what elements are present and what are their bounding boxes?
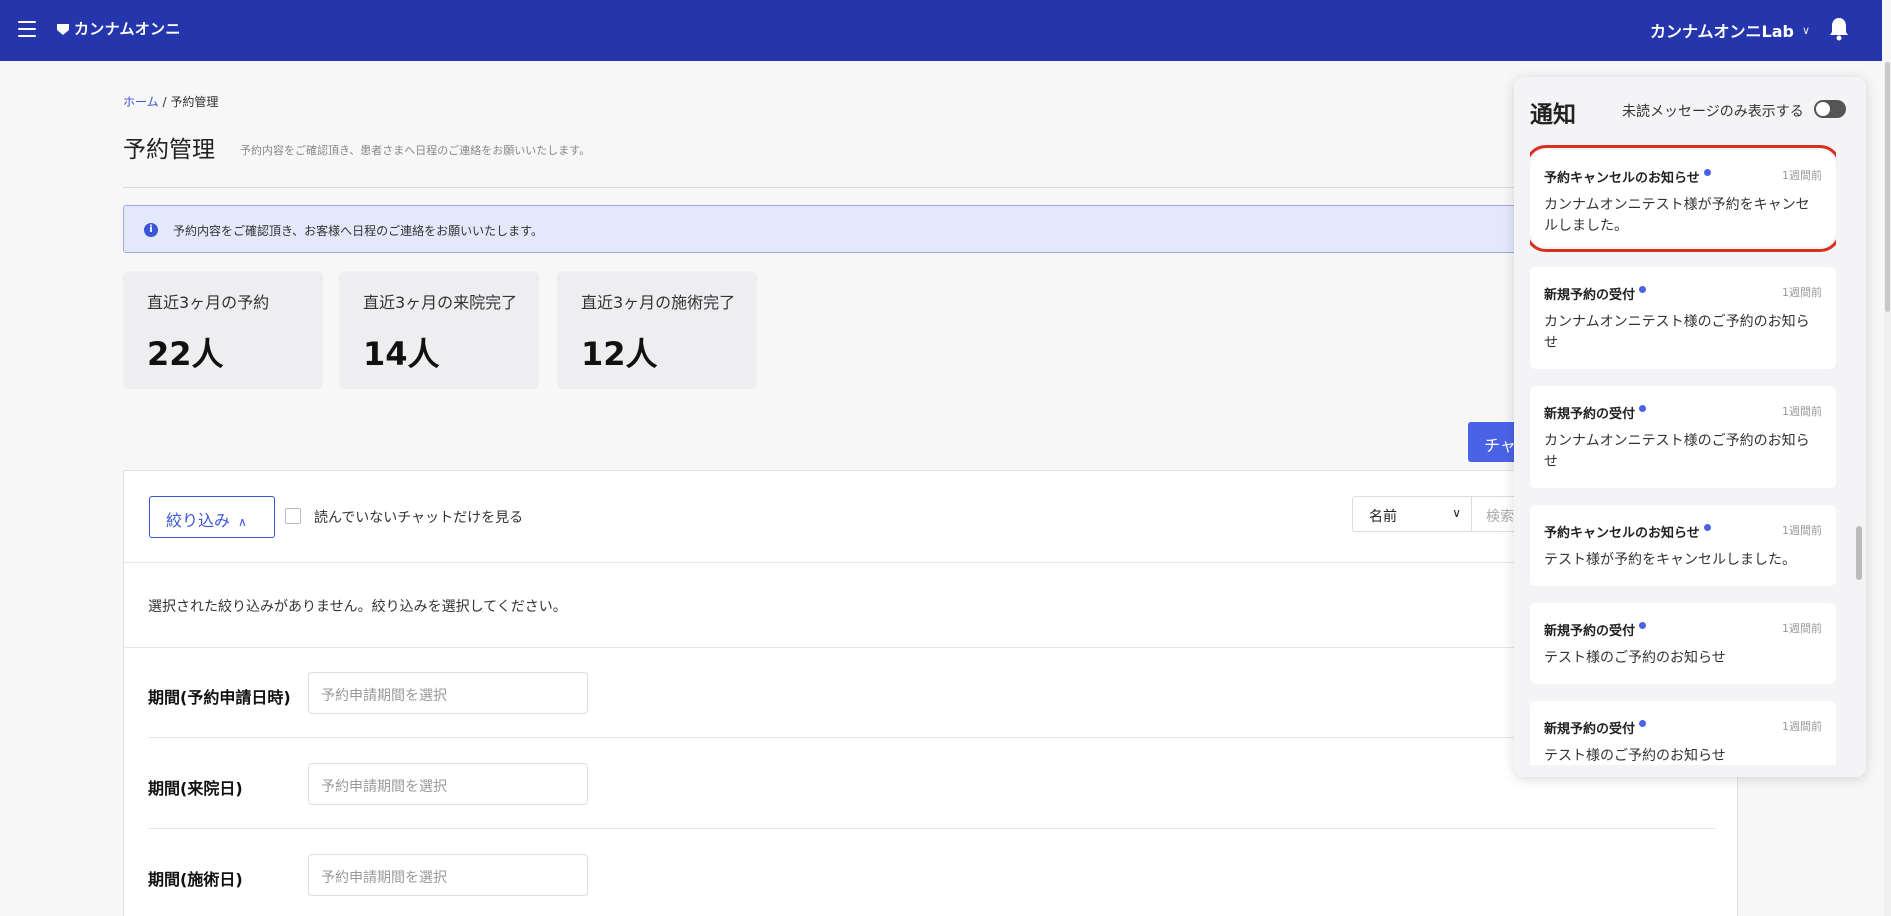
info-icon: i (144, 223, 158, 237)
filter-button-label: 絞り込み (166, 511, 231, 530)
notification-title: 予約キャンセルのお知らせ (1544, 171, 1700, 186)
period-label: 期間(来院日) (148, 779, 243, 798)
unread-dot-icon (1639, 622, 1647, 629)
notification-item[interactable]: 予約キャンセルのお知らせ 1週間前 テスト様が予約をキャンセルしました。 (1530, 505, 1836, 586)
period-row-visit: 期間(来院日) 予約申請期間を選択 (148, 739, 1716, 829)
stat-card-visits: 直近3ヶ月の来院完了 14人 (339, 271, 539, 389)
notification-body: カンナムオンニテスト様が予約をキャンセルしました。 (1544, 197, 1810, 234)
page-scrollbar[interactable] (1884, 62, 1891, 916)
period-row-application: 期間(予約申請日時) 予約申請期間を選択 (148, 648, 1716, 738)
stat-label: 直近3ヶ月の予約 (147, 293, 270, 312)
notification-item[interactable]: 予約キャンセルのお知らせ 1週間前 カンナムオンニテスト様が予約をキャンセルしま… (1530, 145, 1836, 252)
notification-time: 1週間前 (1782, 169, 1822, 182)
info-banner: i 予約内容をご確認頂き、お客様へ日程のご連絡をお願いいたします。 (123, 205, 1743, 253)
page-scrollbar-thumb[interactable] (1885, 62, 1890, 312)
unread-only-toggle[interactable] (1814, 100, 1846, 118)
unread-dot-icon (1639, 286, 1647, 293)
notification-item[interactable]: 新規予約の受付 1週間前 テスト様のご予約のお知らせ (1530, 603, 1836, 684)
search-field-select[interactable]: 名前 ∨ (1352, 496, 1472, 532)
notification-time: 1週間前 (1782, 286, 1822, 299)
stat-value: 14人 (363, 335, 440, 373)
stat-card-reservations: 直近3ヶ月の予約 22人 (123, 271, 323, 389)
logo-mark-icon (57, 23, 69, 35)
period-label: 期間(施術日) (148, 870, 243, 889)
app-name: カンナムオンニ (74, 20, 181, 38)
account-name: カンナムオンニLab (1650, 22, 1794, 41)
filter-panel: 絞り込み ∧ 読んでいないチャットだけを見る 名前 ∨ 検索 選択された絞り込みが… (123, 470, 1738, 916)
notification-list: 予約キャンセルのお知らせ 1週間前 カンナムオンニテスト様が予約をキャンセルしま… (1530, 145, 1836, 765)
hamburger-menu-icon[interactable] (18, 21, 36, 37)
info-banner-text: 予約内容をご確認頂き、お客様へ日程のご連絡をお願いいたします。 (173, 224, 543, 238)
chevron-down-icon: ∨ (1801, 23, 1811, 37)
page-title: 予約管理 (123, 137, 215, 163)
page-subtitle: 予約内容をご確認頂き、患者さまへ日程のご連絡をお願いいたします。 (240, 144, 591, 157)
notification-body: テスト様が予約をキャンセルしました。 (1544, 552, 1796, 568)
stat-label: 直近3ヶ月の施術完了 (581, 293, 736, 312)
breadcrumb: ホーム / 予約管理 (123, 93, 218, 110)
stat-value: 12人 (581, 335, 658, 373)
filter-button[interactable]: 絞り込み ∧ (149, 496, 275, 538)
unread-dot-icon (1639, 720, 1647, 727)
unread-only-label[interactable]: 読んでいないチャットだけを見る (314, 507, 523, 527)
notification-item[interactable]: 新規予約の受付 1週間前 カンナムオンニテスト様のご予約のお知らせ (1530, 267, 1836, 369)
unread-toggle-label: 未読メッセージのみ表示する (1622, 104, 1804, 120)
breadcrumb-current: 予約管理 (170, 95, 219, 109)
notification-title: 新規予約の受付 (1544, 407, 1636, 422)
stat-card-treatments: 直近3ヶ月の施術完了 12人 (557, 271, 757, 389)
notification-body: カンナムオンニテスト様のご予約のお知らせ (1544, 314, 1810, 351)
divider (123, 187, 1743, 188)
notification-time: 1週間前 (1782, 720, 1822, 733)
stat-label: 直近3ヶ月の来院完了 (363, 293, 518, 312)
bell-icon[interactable] (1828, 16, 1850, 42)
period-picker-input[interactable]: 予約申請期間を選択 (308, 763, 588, 805)
breadcrumb-home-link[interactable]: ホーム (123, 95, 159, 109)
unread-dot-icon (1703, 524, 1711, 531)
notification-item[interactable]: 新規予約の受付 1週間前 テスト様のご予約のお知らせ (1530, 701, 1836, 765)
notification-title: 新規予約の受付 (1544, 722, 1636, 737)
notification-title: 新規予約の受付 (1544, 288, 1636, 303)
notification-panel: 通知 未読メッセージのみ表示する 予約キャンセルのお知らせ 1週間前 カンナムオ… (1514, 77, 1866, 777)
notification-body: テスト様のご予約のお知らせ (1544, 748, 1726, 764)
notification-time: 1週間前 (1782, 405, 1822, 418)
notification-scrollbar[interactable] (1856, 526, 1862, 580)
unread-dot-icon (1639, 405, 1647, 412)
period-picker-input[interactable]: 予約申請期間を選択 (308, 854, 588, 896)
toggle-knob (1816, 102, 1830, 116)
period-label: 期間(予約申請日時) (148, 688, 291, 707)
notification-title: 新規予約の受付 (1544, 624, 1636, 639)
notification-item[interactable]: 新規予約の受付 1週間前 カンナムオンニテスト様のご予約のお知らせ (1530, 386, 1836, 488)
divider (148, 737, 1716, 738)
notification-time: 1週間前 (1782, 524, 1822, 537)
divider (124, 562, 1737, 563)
period-picker-input[interactable]: 予約申請期間を選択 (308, 672, 588, 714)
top-bar: カンナムオンニ カンナムオンニLab ∨ (0, 0, 1882, 61)
notification-time: 1週間前 (1782, 622, 1822, 635)
notification-body: テスト様のご予約のお知らせ (1544, 650, 1726, 666)
breadcrumb-separator: / (162, 95, 167, 109)
chevron-up-icon: ∧ (238, 515, 247, 529)
notification-body: カンナムオンニテスト様のご予約のお知らせ (1544, 433, 1810, 470)
unread-dot-icon (1703, 169, 1711, 176)
unread-only-checkbox[interactable] (285, 508, 301, 524)
chevron-down-icon: ∨ (1452, 506, 1461, 520)
notification-title: 予約キャンセルのお知らせ (1544, 526, 1700, 541)
stat-value: 22人 (147, 335, 224, 373)
account-menu[interactable]: カンナムオンニLab ∨ (1650, 18, 1810, 42)
no-filter-message: 選択された絞り込みがありません。絞り込みを選択してください。 (148, 599, 567, 615)
divider (148, 828, 1716, 829)
search-field-value: 名前 (1369, 509, 1397, 525)
app-logo[interactable]: カンナムオンニ (56, 18, 181, 39)
period-row-treatment: 期間(施術日) 予約申請期間を選択 (148, 830, 1716, 916)
notification-panel-title: 通知 (1530, 102, 1576, 128)
